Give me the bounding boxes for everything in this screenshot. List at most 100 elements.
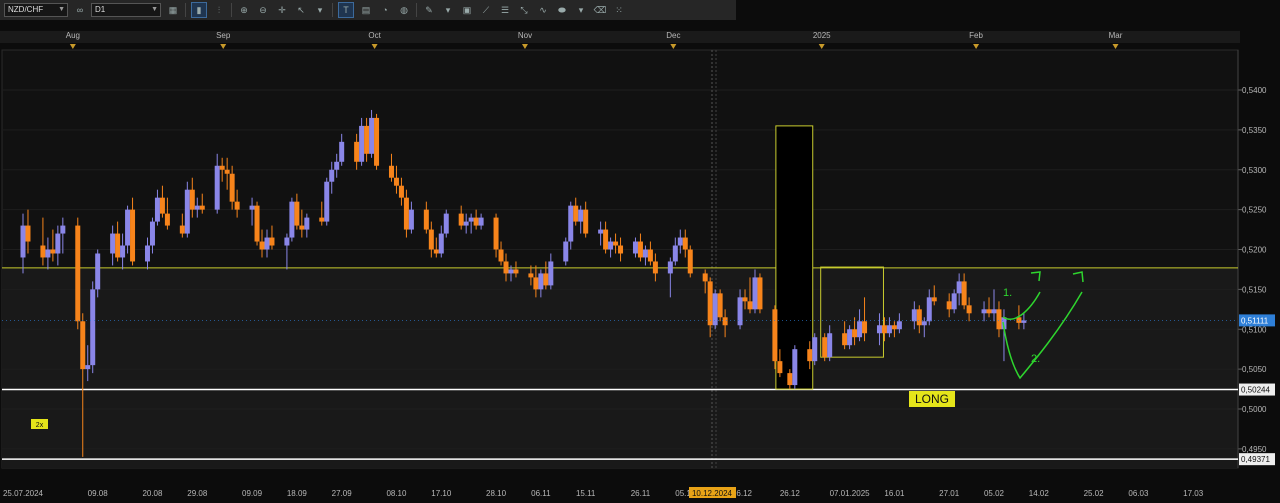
- candles-icon[interactable]: ▮: [191, 2, 207, 18]
- crosshair-date-label: 10.12.2024: [692, 489, 733, 498]
- candle-body: [229, 173, 235, 202]
- price-chart[interactable]: Aug Sep Oct Nov Dec 2025 Feb Mar 0,5400 0,5350 0,5…: [0, 20, 1280, 503]
- x-tick-label: 27.09: [332, 489, 353, 498]
- text-icon[interactable]: T: [338, 2, 354, 18]
- candle-body: [254, 205, 260, 242]
- candle-body: [25, 225, 31, 242]
- candle-body: [304, 217, 310, 230]
- x-tick-label: 26.12: [780, 489, 801, 498]
- globe-icon[interactable]: ◍: [397, 3, 411, 17]
- note-icon[interactable]: ▤: [359, 3, 373, 17]
- timeframe-select[interactable]: D1 ▼: [91, 3, 161, 17]
- trend-icon[interactable]: ⤡: [517, 3, 531, 17]
- crosshair-icon[interactable]: ✛: [275, 3, 289, 17]
- candle-body: [284, 237, 290, 246]
- ellipse-icon[interactable]: ⬬: [555, 3, 569, 17]
- candle-body: [822, 337, 828, 358]
- x-tick-label: 16.01: [884, 489, 905, 498]
- long-label: LONG: [915, 392, 949, 406]
- template-icon[interactable]: ▣: [460, 3, 474, 17]
- bars-icon[interactable]: ⫶: [212, 3, 226, 17]
- more-icon[interactable]: ▾: [574, 3, 588, 17]
- zoom-in-icon[interactable]: ⊕: [237, 3, 251, 17]
- candle-body: [423, 209, 429, 230]
- candle-body: [921, 321, 927, 326]
- link-icon[interactable]: ∞: [73, 3, 87, 17]
- candle-body: [194, 205, 200, 210]
- candle-body: [911, 309, 917, 322]
- cursor-icon[interactable]: ↖: [294, 3, 308, 17]
- candle-body: [184, 189, 190, 234]
- toolbar-divider: [231, 3, 232, 17]
- y-tick-label: 0,5200: [1242, 246, 1267, 255]
- candle-body: [120, 245, 126, 258]
- candle-body: [299, 225, 305, 230]
- candle-body: [752, 277, 758, 310]
- y-tick-label: 0,5350: [1242, 126, 1267, 135]
- candle-body: [986, 309, 992, 314]
- candle-body: [966, 305, 972, 314]
- month-label: Oct: [368, 31, 381, 40]
- pencil-icon[interactable]: ✎: [422, 3, 436, 17]
- chart-type-icon[interactable]: ▦: [166, 3, 180, 17]
- candle-body: [707, 281, 713, 326]
- candle-body: [757, 277, 763, 310]
- projection-note-2: 2.: [1031, 353, 1040, 365]
- candle-body: [543, 273, 549, 286]
- y-tick-label: 0,5150: [1242, 285, 1267, 294]
- month-label: Mar: [1109, 31, 1123, 40]
- fib-icon[interactable]: ☰: [498, 3, 512, 17]
- x-tick-label: 17.03: [1183, 489, 1204, 498]
- current-price-label: 0,51111: [1241, 316, 1269, 325]
- candle-body: [403, 197, 409, 230]
- channel-icon[interactable]: ⟋: [479, 3, 493, 17]
- candle-body: [154, 197, 160, 222]
- candle-body: [642, 249, 648, 258]
- scroll-icon[interactable]: ▾: [313, 3, 327, 17]
- candle-body: [812, 337, 818, 362]
- candle-body: [981, 309, 987, 314]
- candle-body: [503, 261, 509, 274]
- candle-body: [926, 297, 932, 322]
- candle-body: [199, 205, 205, 210]
- candle-body: [398, 185, 404, 198]
- candle-body: [294, 201, 300, 226]
- candle-body: [956, 281, 962, 294]
- candle-body: [772, 309, 778, 362]
- candle-body: [219, 165, 225, 170]
- candle-body: [677, 237, 683, 246]
- candle-body: [747, 301, 753, 310]
- candle-body: [463, 221, 469, 226]
- candle-body: [563, 241, 569, 262]
- wave-icon[interactable]: ∿: [536, 3, 550, 17]
- symbol-select[interactable]: NZD/CHF ▼: [4, 3, 68, 17]
- x-tick-label: 09.08: [88, 489, 109, 498]
- candle-body: [269, 237, 275, 246]
- scroll-icon[interactable]: ▾: [441, 3, 455, 17]
- x-tick-label: 06.11: [531, 489, 551, 498]
- candle-body: [393, 177, 399, 186]
- eraser-icon[interactable]: ⌫: [593, 3, 607, 17]
- candle-body: [324, 181, 330, 222]
- candle-body: [85, 365, 91, 370]
- x-tick-label: 25.02: [1084, 489, 1105, 498]
- candle-body: [513, 269, 519, 274]
- candle-body: [60, 225, 66, 234]
- candle-body: [533, 277, 539, 290]
- settings-icon[interactable]: ⁙: [612, 3, 626, 17]
- candle-body: [408, 209, 414, 230]
- chevron-down-icon: ▼: [58, 6, 65, 13]
- candle-body: [896, 321, 902, 330]
- candle-body: [75, 225, 81, 322]
- bucket-icon[interactable]: ◔: [378, 3, 392, 17]
- x-tick-label: 17.10: [431, 489, 452, 498]
- marker-label: 2x: [36, 422, 44, 429]
- candle-body: [359, 125, 365, 162]
- candle-body: [433, 249, 439, 254]
- candle-body: [891, 325, 897, 330]
- candle-body: [329, 169, 335, 182]
- zoom-out-icon[interactable]: ⊖: [256, 3, 270, 17]
- candle-body: [264, 237, 270, 250]
- y-tick-label: 0,5100: [1242, 325, 1267, 334]
- candle-body: [538, 273, 544, 290]
